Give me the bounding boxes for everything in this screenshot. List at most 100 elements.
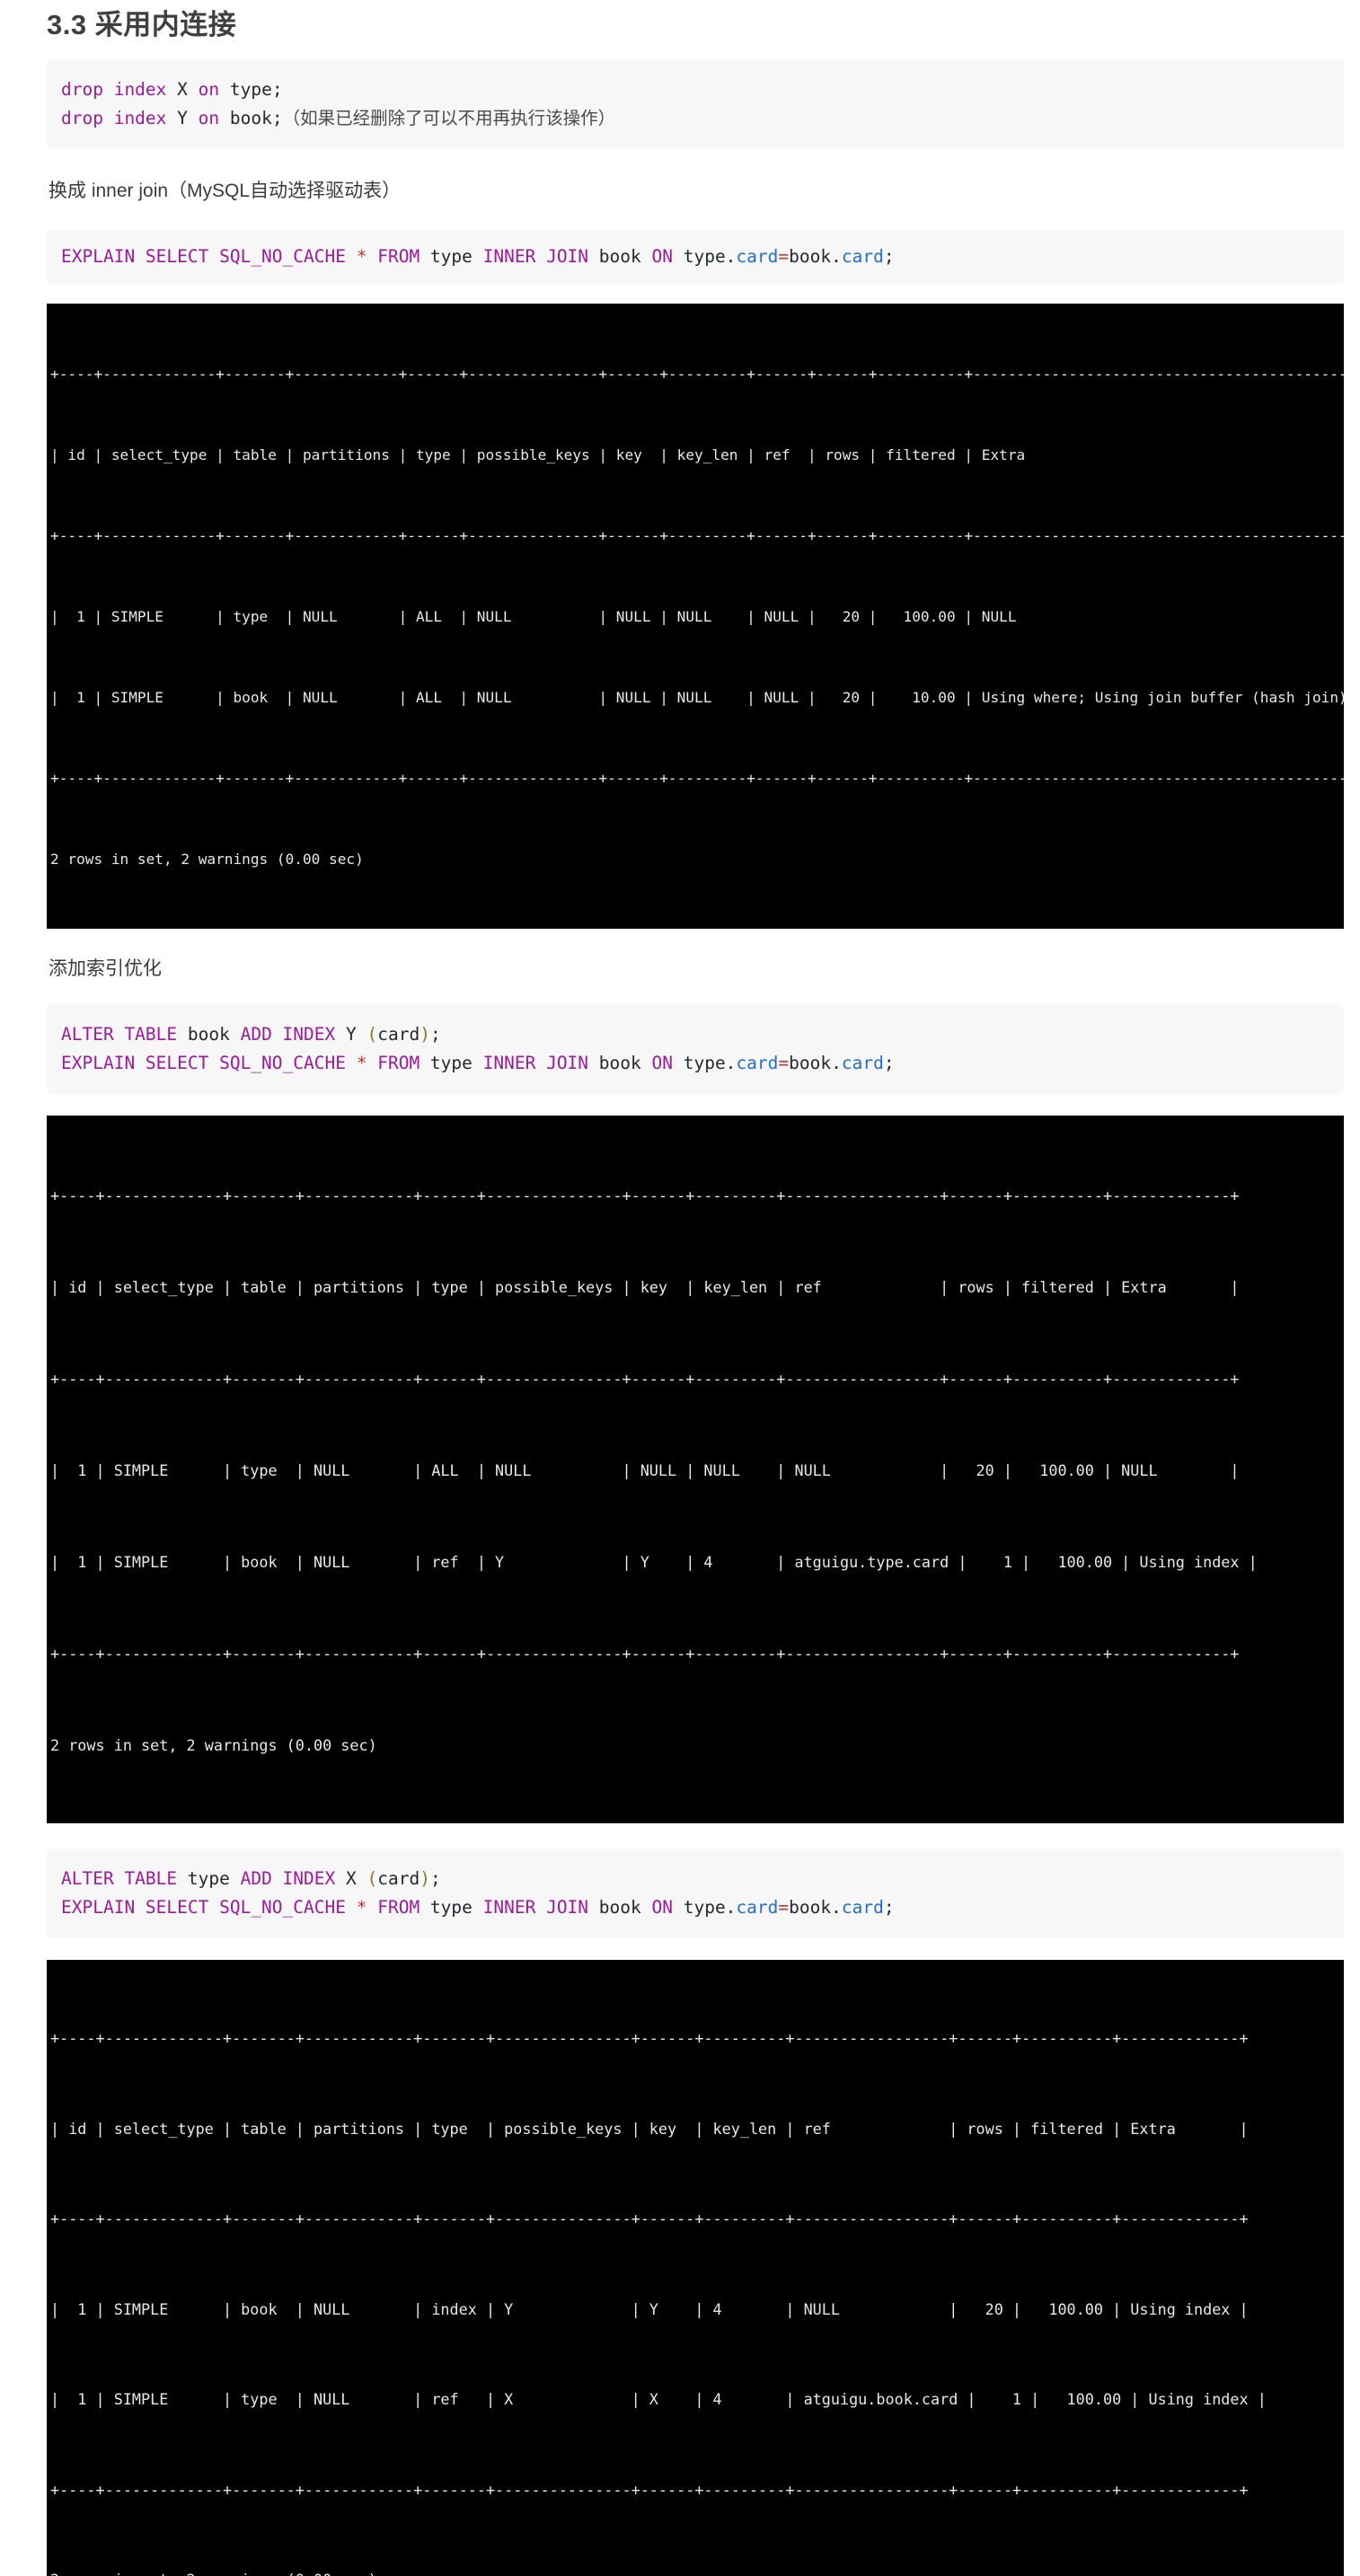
- sql-column: card: [736, 1053, 779, 1073]
- sql-identifier: book.: [789, 246, 842, 267]
- sql-keyword: drop index: [61, 79, 167, 100]
- terminal-status: 2 rows in set, 2 warnings (0.00 sec): [50, 851, 364, 868]
- terminal-line: +----+-------------+-------+------------…: [50, 2029, 1249, 2047]
- terminal-data-row: | 1 | SIMPLE | type | NULL | ALL | NULL …: [50, 608, 1344, 625]
- sql-keyword: ADD INDEX: [240, 1868, 336, 1889]
- terminal-line: +----+-------------+-------+------------…: [50, 770, 1344, 787]
- terminal-data-row: | 1 | SIMPLE | book | NULL | index | Y |…: [50, 2299, 1249, 2318]
- sql-star: *: [345, 1053, 378, 1073]
- code-block-drop-index: drop index X on type; drop index Y on bo…: [47, 59, 1344, 149]
- sql-paren-close: ): [419, 1868, 430, 1889]
- terminal-header-row: | id | select_type | table | partitions …: [50, 2119, 1249, 2138]
- sql-keyword: ON: [651, 246, 673, 267]
- sql-column: card: [377, 1868, 420, 1889]
- terminal-line: +----+-------------+-------+------------…: [50, 2480, 1249, 2499]
- sql-terminator: ;: [429, 1868, 441, 1889]
- sql-identifier: Y: [335, 1024, 367, 1045]
- terminal-output-1: +----+-------------+-------+------------…: [47, 304, 1344, 929]
- code-line: drop index Y on book;（如果已经删除了可以不用再执行该操作）: [61, 108, 615, 128]
- terminal-data-row: | 1 | SIMPLE | type | NULL | ALL | NULL …: [50, 1461, 1240, 1479]
- sql-star: *: [345, 246, 378, 267]
- terminal-status: 2 rows in set, 2 warnings (0.00 sec): [50, 1736, 377, 1754]
- page-title: 3.3 采用内连接: [47, 9, 237, 40]
- sql-keyword: ALTER TABLE: [61, 1024, 178, 1045]
- code-comment: （如果已经删除了可以不用再执行该操作）: [282, 109, 616, 128]
- sql-paren-close: ): [419, 1024, 430, 1045]
- sql-column: card: [841, 1053, 884, 1073]
- code-block-alter-book: ALTER TABLE book ADD INDEX Y (card); EXP…: [47, 1004, 1344, 1094]
- sql-identifier: type: [419, 1897, 483, 1918]
- sql-keyword: EXPLAIN SELECT SQL_NO_CACHE: [61, 1897, 346, 1918]
- sql-keyword: INNER JOIN: [482, 246, 589, 267]
- terminal-header-row: | id | select_type | table | partitions …: [50, 1278, 1240, 1296]
- sql-identifier: book: [588, 246, 652, 267]
- sql-star: *: [345, 1897, 378, 1918]
- sql-keyword: ON: [651, 1897, 673, 1918]
- sql-column: card: [841, 1897, 884, 1918]
- sql-column: card: [841, 246, 884, 267]
- sql-identifier: type.: [672, 1897, 737, 1918]
- sql-identifier: book: [588, 1053, 652, 1073]
- terminal-line: +----+-------------+-------+------------…: [50, 366, 1344, 383]
- sql-terminator: ;: [883, 1897, 895, 1918]
- sql-keyword: ADD INDEX: [240, 1024, 336, 1045]
- code-block-alter-type: ALTER TABLE type ADD INDEX X (card); EXP…: [47, 1848, 1344, 1938]
- sql-operator: =: [778, 1053, 790, 1073]
- terminal-line: +----+-------------+-------+------------…: [50, 1187, 1240, 1204]
- sql-identifier: X: [166, 79, 199, 100]
- terminal-data-row: | 1 | SIMPLE | book | NULL | ALL | NULL …: [50, 689, 1344, 706]
- sql-terminator: ;: [883, 246, 895, 267]
- sql-column: card: [377, 1024, 420, 1045]
- code-line: drop index X on type;: [61, 79, 283, 100]
- sql-identifier: book: [177, 1024, 241, 1045]
- code-block-explain-innerjoin: EXPLAIN SELECT SQL_NO_CACHE * FROM type …: [47, 230, 1344, 284]
- code-line: ALTER TABLE type ADD INDEX X (card);: [61, 1868, 441, 1889]
- terminal-output-2: +----+-------------+-------+------------…: [47, 1116, 1344, 1823]
- code-line: ALTER TABLE book ADD INDEX Y (card);: [61, 1024, 441, 1045]
- sql-identifier: Y: [166, 108, 199, 128]
- code-line: EXPLAIN SELECT SQL_NO_CACHE * FROM type …: [61, 246, 895, 267]
- sql-paren-open: (: [366, 1024, 378, 1045]
- paragraph-add-index: 添加索引优化: [49, 958, 162, 979]
- terminal-line: +----+-------------+-------+------------…: [50, 2210, 1249, 2228]
- sql-keyword: on: [198, 108, 220, 128]
- sql-terminator: ;: [429, 1024, 441, 1045]
- sql-identifier: type: [177, 1868, 241, 1889]
- sql-keyword: FROM: [377, 1053, 420, 1073]
- sql-keyword: drop index: [61, 108, 167, 128]
- sql-keyword: FROM: [377, 1897, 420, 1918]
- code-line: EXPLAIN SELECT SQL_NO_CACHE * FROM type …: [61, 1053, 895, 1073]
- sql-operator: =: [778, 1897, 790, 1918]
- sql-identifier: X: [335, 1868, 367, 1889]
- sql-column: card: [736, 1897, 779, 1918]
- sql-identifier: type: [419, 246, 483, 267]
- terminal-header-row: | id | select_type | table | partitions …: [50, 446, 1344, 463]
- terminal-status: 2 rows in set, 2 warnings (0.00 sec): [50, 2565, 1344, 2576]
- sql-keyword: EXPLAIN SELECT SQL_NO_CACHE: [61, 1053, 346, 1073]
- sql-identifier: type: [419, 1053, 483, 1073]
- sql-terminator: ;: [883, 1053, 895, 1073]
- sql-identifier: type.: [672, 246, 737, 267]
- sql-identifier: type;: [219, 79, 283, 100]
- sql-paren-open: (: [366, 1868, 378, 1889]
- terminal-line: +----+-------------+-------+------------…: [50, 527, 1344, 544]
- sql-keyword: on: [198, 79, 220, 100]
- sql-identifier: book;: [219, 108, 283, 128]
- terminal-line: +----+-------------+-------+------------…: [50, 1645, 1240, 1663]
- sql-keyword: INNER JOIN: [482, 1053, 589, 1073]
- sql-keyword: INNER JOIN: [482, 1897, 589, 1918]
- sql-keyword: ALTER TABLE: [61, 1868, 178, 1889]
- code-line: EXPLAIN SELECT SQL_NO_CACHE * FROM type …: [61, 1897, 895, 1918]
- sql-keyword: ON: [651, 1053, 673, 1073]
- terminal-line: +----+-------------+-------+------------…: [50, 1370, 1240, 1388]
- terminal-data-row: | 1 | SIMPLE | book | NULL | ref | Y | Y…: [50, 1553, 1258, 1571]
- sql-keyword: FROM: [377, 246, 420, 267]
- terminal-data-row: | 1 | SIMPLE | type | NULL | ref | X | X…: [50, 2390, 1267, 2408]
- document-page: 3.3 采用内连接 drop index X on type; drop ind…: [0, 0, 1360, 2576]
- sql-operator: =: [778, 246, 790, 267]
- sql-identifier: book.: [789, 1897, 842, 1918]
- sql-identifier: book.: [789, 1053, 842, 1073]
- sql-column: card: [736, 246, 779, 267]
- sql-identifier: book: [588, 1897, 652, 1918]
- sql-keyword: EXPLAIN SELECT SQL_NO_CACHE: [61, 246, 346, 267]
